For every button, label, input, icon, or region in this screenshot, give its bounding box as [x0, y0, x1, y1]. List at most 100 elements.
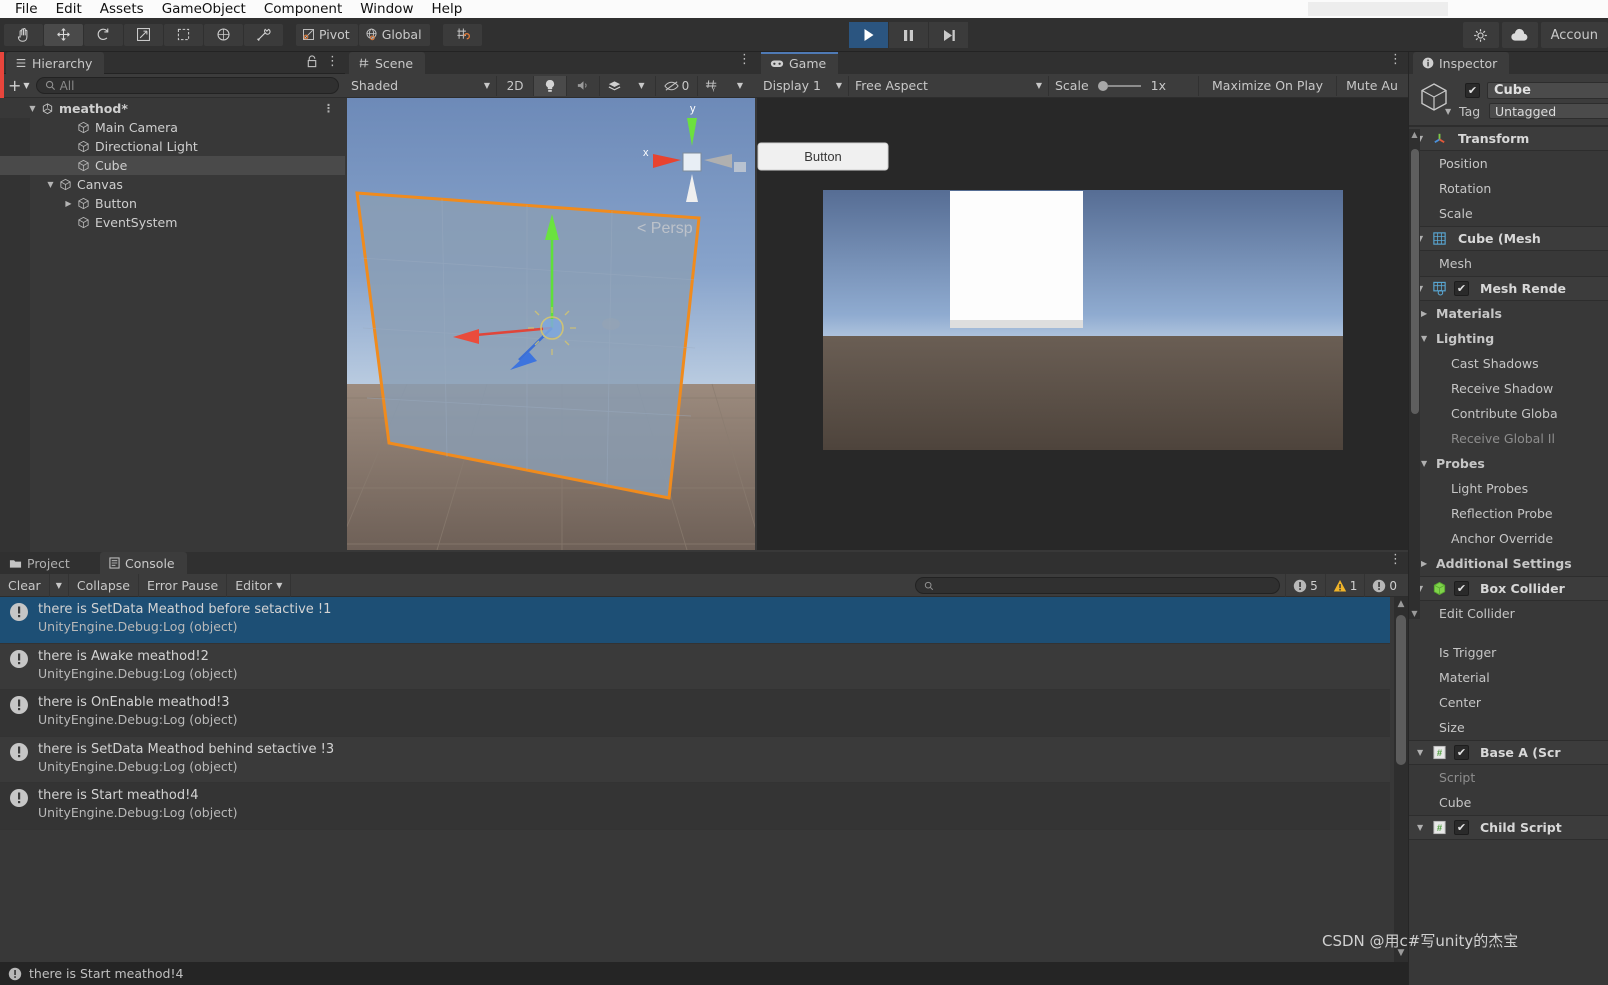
clear-dropdown[interactable]: ▼ — [50, 573, 69, 597]
scale-slider-group[interactable]: Scale 1x — [1049, 75, 1199, 96]
global-button[interactable]: Global — [358, 23, 430, 46]
chevron-right-icon[interactable]: ▶ — [1421, 309, 1431, 318]
console-log-row[interactable]: there is Start meathod!4 UnityEngine.Debu… — [0, 783, 1390, 830]
rotate-tool-button[interactable] — [84, 23, 123, 46]
chevron-down-icon[interactable]: ▼ — [1417, 823, 1427, 832]
tab-game[interactable]: Game — [761, 52, 839, 74]
menu-item-window[interactable]: Window — [351, 0, 422, 18]
component-header-box-collider[interactable]: ▼ ✔ Box Collider — [1409, 576, 1608, 601]
tab-console[interactable]: Console — [100, 552, 187, 574]
console-log-row[interactable]: there is OnEnable meathod!3 UnityEngine.D… — [0, 690, 1390, 737]
hierarchy-menu-icon[interactable]: ⋮ — [326, 55, 339, 68]
scroll-down-arrow[interactable]: ▼ — [1410, 609, 1419, 618]
mute-audio-button[interactable]: Mute Au — [1337, 75, 1407, 96]
property-material[interactable]: Material — [1409, 665, 1608, 690]
component-enabled-checkbox[interactable]: ✔ — [1454, 820, 1469, 835]
component-header-transform[interactable]: ▼ Transform — [1409, 126, 1608, 151]
scene-grid-toggle[interactable]: Y — [698, 75, 726, 96]
chevron-down-icon[interactable]: ▼ — [1445, 107, 1451, 116]
account-button[interactable]: Accoun — [1540, 22, 1608, 48]
scale-tool-button[interactable] — [124, 23, 163, 46]
aspect-dropdown[interactable]: Free Aspect ▼ — [849, 75, 1049, 96]
status-bar[interactable]: there is Start meathod!4 — [0, 962, 1408, 985]
expand-arrow-closed-icon[interactable]: ▶ — [62, 199, 75, 208]
component-enabled-checkbox[interactable]: ✔ — [1454, 581, 1469, 596]
gameobject-active-checkbox[interactable]: ✔ — [1465, 83, 1480, 98]
property-script[interactable]: Script — [1409, 765, 1608, 790]
property-lighting[interactable]: ▼ Lighting — [1409, 326, 1608, 351]
grid-snap-button[interactable] — [442, 23, 482, 46]
toggle-2d-button[interactable]: 2D — [497, 75, 534, 96]
add-gameobject-button[interactable]: + ▼ — [6, 76, 32, 95]
cloud-button[interactable] — [1501, 22, 1538, 48]
lock-icon[interactable] — [306, 55, 318, 68]
menu-item-assets[interactable]: Assets — [91, 0, 153, 18]
rect-tool-button[interactable] — [164, 23, 203, 46]
property-cube[interactable]: Cube — [1409, 790, 1608, 815]
scene-viewport[interactable]: y x < Persp — [347, 98, 755, 550]
property-center[interactable]: Center — [1409, 690, 1608, 715]
menu-item-help[interactable]: Help — [422, 0, 471, 18]
property-additional-settings[interactable]: ▶ Additional Settings — [1409, 551, 1608, 576]
game-viewport[interactable]: Button — [757, 98, 1408, 550]
custom-tool-button[interactable] — [244, 23, 283, 46]
component-enabled-checkbox[interactable]: ✔ — [1454, 745, 1469, 760]
scene-visibility-toggle[interactable]: 0 — [656, 75, 698, 96]
property-materials[interactable]: ▶ Materials — [1409, 301, 1608, 326]
menu-item-edit[interactable]: Edit — [47, 0, 91, 18]
component-header-base-a-scr[interactable]: ▼ # ✔ Base A (Scr — [1409, 740, 1608, 765]
play-button[interactable] — [849, 22, 888, 48]
warning-count[interactable]: 1 — [1324, 574, 1365, 597]
maximize-on-play-button[interactable]: Maximize On Play — [1199, 75, 1337, 96]
chevron-down-icon[interactable]: ▼ — [1421, 459, 1431, 468]
hierarchy-item-button[interactable]: ▶ Button — [0, 194, 345, 213]
inspector-scrollbar[interactable]: ▲ ▼ — [1409, 129, 1420, 619]
hand-tool-button[interactable] — [4, 23, 43, 46]
inspector-scroll-thumb[interactable] — [1410, 149, 1419, 414]
editor-dropdown[interactable]: Editor ▼ — [227, 573, 292, 597]
menu-item-gameobject[interactable]: GameObject — [153, 0, 255, 18]
console-log-list[interactable]: there is SetData Meathod before setactiv… — [0, 597, 1390, 962]
gameobject-name-field[interactable]: Cube — [1487, 82, 1608, 99]
error-pause-button[interactable]: Error Pause — [139, 573, 228, 597]
menu-item-component[interactable]: Component — [255, 0, 351, 18]
property-receive-global-il[interactable]: Receive Global Il — [1409, 426, 1608, 451]
tab-scene[interactable]: Scene — [349, 52, 426, 74]
pause-button[interactable] — [889, 22, 928, 48]
scene-grid-dropdown[interactable]: ▼ — [726, 75, 754, 96]
property-is-trigger[interactable]: Is Trigger — [1409, 640, 1608, 665]
pivot-button[interactable]: Pivot — [296, 23, 358, 46]
chevron-right-icon[interactable]: ▶ — [1421, 559, 1431, 568]
editor-settings-button[interactable] — [1462, 22, 1499, 48]
component-enabled-checkbox[interactable]: ✔ — [1454, 281, 1469, 296]
property-light-probes[interactable]: Light Probes — [1409, 476, 1608, 501]
expand-arrow-open-icon[interactable]: ▼ — [26, 104, 39, 113]
component-header-child-script[interactable]: ▼ # ✔ Child Script — [1409, 815, 1608, 840]
console-log-row[interactable]: there is SetData Meathod behind setactiv… — [0, 736, 1390, 783]
scroll-up-arrow[interactable]: ▲ — [1396, 599, 1406, 611]
hierarchy-item-eventsystem[interactable]: EventSystem — [0, 213, 345, 232]
shading-mode-dropdown[interactable]: Shaded ▼ — [345, 75, 497, 96]
chevron-down-icon[interactable]: ▼ — [1421, 334, 1431, 343]
property-anchor-override[interactable]: Anchor Override — [1409, 526, 1608, 551]
tab-inspector[interactable]: Inspector — [1413, 52, 1510, 74]
console-log-row[interactable]: there is Awake meathod!2 UnityEngine.Debu… — [0, 643, 1390, 690]
hierarchy-item-meathod[interactable]: ▼ meathod* ⋮ — [0, 99, 345, 118]
step-button[interactable] — [929, 22, 968, 48]
property-receive-shadow[interactable]: Receive Shadow — [1409, 376, 1608, 401]
hierarchy-item-canvas[interactable]: ▼ Canvas — [0, 175, 345, 194]
scene-lighting-toggle[interactable] — [534, 75, 567, 96]
console-scrollbar[interactable]: ▲ ▼ — [1394, 597, 1408, 962]
tab-hierarchy[interactable]: Hierarchy — [6, 52, 105, 74]
console-search-input[interactable] — [915, 577, 1280, 594]
scale-slider[interactable] — [1097, 80, 1143, 92]
display-dropdown[interactable]: Display 1 ▼ — [757, 75, 849, 96]
property-mesh[interactable]: Mesh — [1409, 251, 1608, 276]
scene-fx-toggle[interactable] — [600, 75, 628, 96]
hierarchy-item-directional-light[interactable]: Directional Light — [0, 137, 345, 156]
property-edit-collider[interactable]: Edit Collider — [1409, 601, 1608, 626]
property-probes[interactable]: ▼ Probes — [1409, 451, 1608, 476]
property-position[interactable]: Position — [1409, 151, 1608, 176]
move-tool-button[interactable] — [44, 23, 83, 46]
component-header-cube-mesh[interactable]: ▼ Cube (Mesh — [1409, 226, 1608, 251]
